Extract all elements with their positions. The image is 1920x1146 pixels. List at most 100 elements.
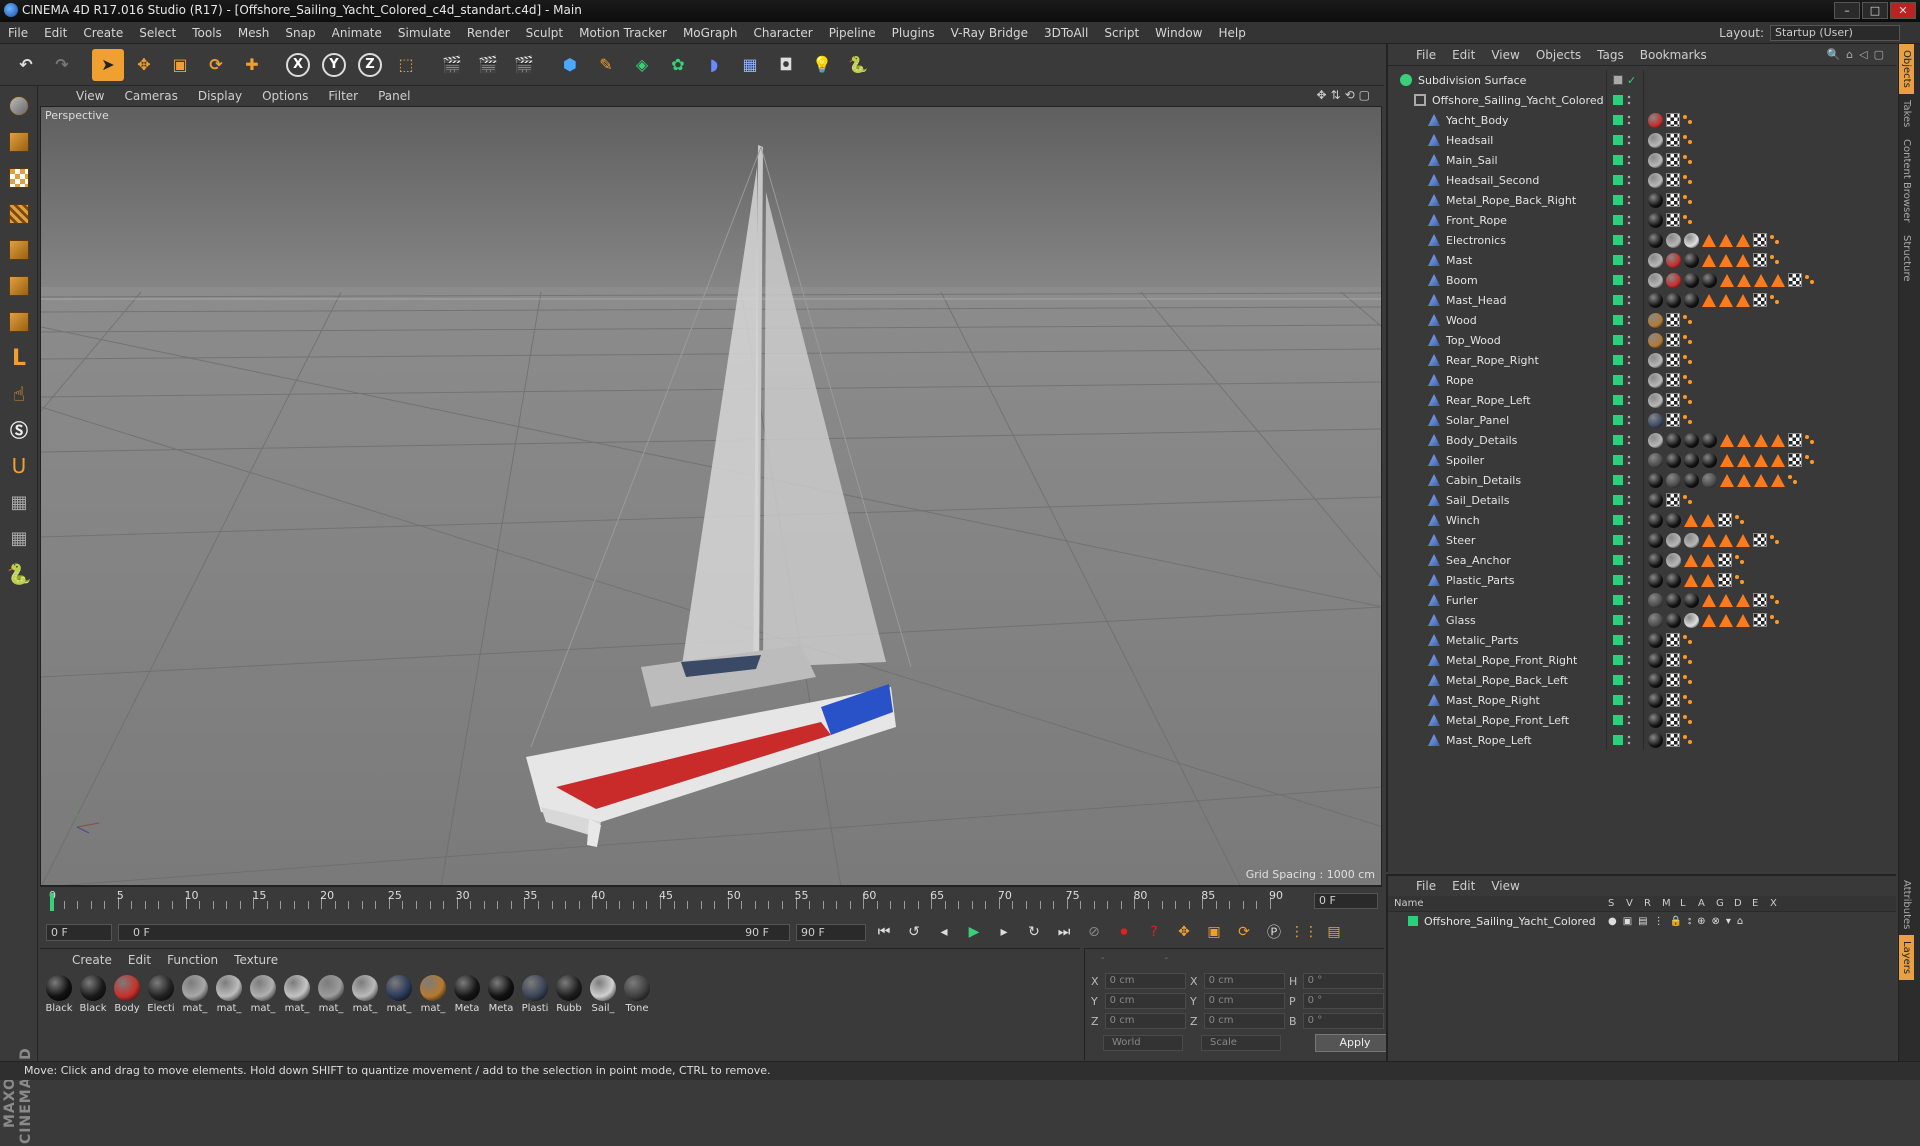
material-tag-icon[interactable] [1684, 432, 1699, 448]
material-tag-icon[interactable] [1702, 452, 1717, 468]
coordinate-field[interactable]: 0 ° [1302, 993, 1384, 1009]
tree-row-object[interactable]: Front_Rope [1388, 210, 1898, 230]
texture-tag-icon[interactable] [1753, 253, 1767, 267]
coordinate-field[interactable]: 0 cm [1203, 993, 1285, 1009]
object-visibility-flags[interactable] [1606, 510, 1644, 530]
material-tag-icon[interactable] [1648, 732, 1663, 748]
object-menu-file[interactable]: File [1408, 48, 1444, 62]
phong-tag-icon[interactable] [1720, 453, 1734, 467]
selection-tag-icon[interactable] [1770, 535, 1780, 545]
texture-tag-icon[interactable] [1666, 373, 1680, 387]
visibility-dots-icon[interactable] [1627, 294, 1631, 306]
workplane-lock-icon[interactable]: ▦ [2, 486, 36, 518]
phong-tag-icon[interactable] [1701, 573, 1715, 587]
material-swatch[interactable]: Black [44, 975, 74, 1014]
tree-row-object[interactable]: Sail_Details [1388, 490, 1898, 510]
menu-simulate[interactable]: Simulate [390, 22, 459, 44]
recent-tools-icon[interactable]: ✚ [236, 49, 268, 81]
record-keys-icon[interactable]: ⊘ [1082, 920, 1106, 944]
right-tab-content-browser[interactable]: Content Browser [1899, 133, 1914, 228]
texture-tag-icon[interactable] [1666, 113, 1680, 127]
live-selection-icon[interactable]: ➤ [92, 48, 124, 81]
make-editable-icon[interactable] [2, 90, 36, 122]
maximize-button[interactable]: □ [1862, 2, 1888, 19]
menu-mograph[interactable]: MoGraph [675, 22, 746, 44]
object-visibility-flags[interactable] [1606, 330, 1644, 350]
menu-mesh[interactable]: Mesh [230, 22, 278, 44]
layout-dropdown[interactable]: Startup (User) [1770, 25, 1900, 41]
phong-tag-icon[interactable] [1719, 253, 1733, 267]
material-menu-create[interactable]: Create [64, 953, 120, 967]
tree-row-object[interactable]: Steer [1388, 530, 1898, 550]
tree-row-object[interactable]: Main_Sail [1388, 150, 1898, 170]
material-tag-icon[interactable] [1666, 232, 1681, 248]
snap-icon[interactable]: Ⓢ [2, 414, 36, 446]
material-tag-icon[interactable] [1684, 612, 1699, 628]
material-tag-icon[interactable] [1648, 512, 1663, 528]
material-menu-edit[interactable]: Edit [120, 953, 159, 967]
material-swatch[interactable]: mat_ [248, 975, 278, 1014]
object-visibility-flags[interactable] [1606, 390, 1644, 410]
python-icon[interactable]: 🐍 [2, 558, 36, 590]
object-menu-edit[interactable]: Edit [1444, 48, 1483, 62]
visibility-dots-icon[interactable] [1627, 174, 1631, 186]
object-visibility-flags[interactable] [1606, 650, 1644, 670]
render-picture-viewer-icon[interactable]: 🎬 [472, 49, 504, 81]
undo-icon[interactable]: ↶ [10, 49, 42, 81]
tree-row-object[interactable]: Mast_Head [1388, 290, 1898, 310]
object-visibility-flags[interactable] [1606, 290, 1644, 310]
tree-row-object[interactable]: Sea_Anchor [1388, 550, 1898, 570]
scale-tool-icon[interactable]: ▣ [164, 49, 196, 81]
material-tag-icon[interactable] [1684, 592, 1699, 608]
selection-tag-icon[interactable] [1735, 555, 1745, 565]
material-tag-icon[interactable] [1648, 232, 1663, 248]
phong-tag-icon[interactable] [1754, 273, 1768, 287]
menu-script[interactable]: Script [1096, 22, 1147, 44]
visibility-dots-icon[interactable] [1627, 554, 1631, 566]
selection-tag-icon[interactable] [1683, 415, 1693, 425]
material-swatch[interactable]: mat_ [214, 975, 244, 1014]
menu-pipeline[interactable]: Pipeline [821, 22, 884, 44]
axis-mode-icon[interactable]: L [2, 342, 36, 374]
material-tag-icon[interactable] [1648, 132, 1663, 148]
phong-tag-icon[interactable] [1702, 593, 1716, 607]
phong-tag-icon[interactable] [1754, 473, 1768, 487]
next-keyframe-icon[interactable]: ↻ [1022, 920, 1046, 944]
autokeying-icon[interactable]: ? [1142, 920, 1166, 944]
visibility-dots-icon[interactable] [1627, 734, 1631, 746]
selection-tag-icon[interactable] [1770, 255, 1780, 265]
world-dropdown[interactable]: World [1103, 1035, 1183, 1051]
material-tag-icon[interactable] [1648, 432, 1663, 448]
tree-row-object[interactable]: Wood [1388, 310, 1898, 330]
selection-tag-icon[interactable] [1683, 375, 1693, 385]
move-tool-icon[interactable]: ✥ [128, 49, 160, 81]
texture-mode-icon[interactable] [2, 162, 36, 194]
object-visibility-flags[interactable] [1606, 130, 1644, 150]
visibility-dots-icon[interactable] [1627, 494, 1631, 506]
cube-object-icon[interactable]: ⬢ [554, 49, 586, 81]
object-visibility-flags[interactable] [1606, 350, 1644, 370]
object-menu-bookmarks[interactable]: Bookmarks [1632, 48, 1715, 62]
array-generator-icon[interactable]: ✿ [662, 49, 694, 81]
phong-tag-icon[interactable] [1684, 513, 1698, 527]
apply-button[interactable]: Apply [1315, 1034, 1395, 1052]
material-tag-icon[interactable] [1648, 412, 1663, 428]
object-visibility-flags[interactable] [1606, 530, 1644, 550]
phong-tag-icon[interactable] [1736, 613, 1750, 627]
visibility-dots-icon[interactable] [1627, 394, 1631, 406]
layer-color-swatch[interactable] [1408, 916, 1418, 926]
coordinate-field[interactable]: 0 cm [1104, 973, 1186, 989]
texture-tag-icon[interactable] [1666, 173, 1680, 187]
material-tag-icon[interactable] [1648, 332, 1663, 348]
material-tag-icon[interactable] [1702, 472, 1717, 488]
key-rotation-icon[interactable]: ⟳ [1232, 920, 1256, 944]
material-tag-icon[interactable] [1684, 272, 1699, 288]
visibility-dots-icon[interactable] [1627, 474, 1631, 486]
tree-row-root[interactable]: Subdivision Surface ✓ [1388, 70, 1898, 90]
key-position-icon[interactable]: ✥ [1172, 920, 1196, 944]
rotate-tool-icon[interactable]: ⟳ [200, 49, 232, 81]
object-manager-toolbar-icons[interactable]: 🔍⌂◁▢ [1826, 48, 1890, 61]
texture-tag-icon[interactable] [1788, 453, 1802, 467]
tree-row-object[interactable]: Mast_Rope_Left [1388, 730, 1898, 750]
object-visibility-flags[interactable] [1606, 730, 1644, 750]
